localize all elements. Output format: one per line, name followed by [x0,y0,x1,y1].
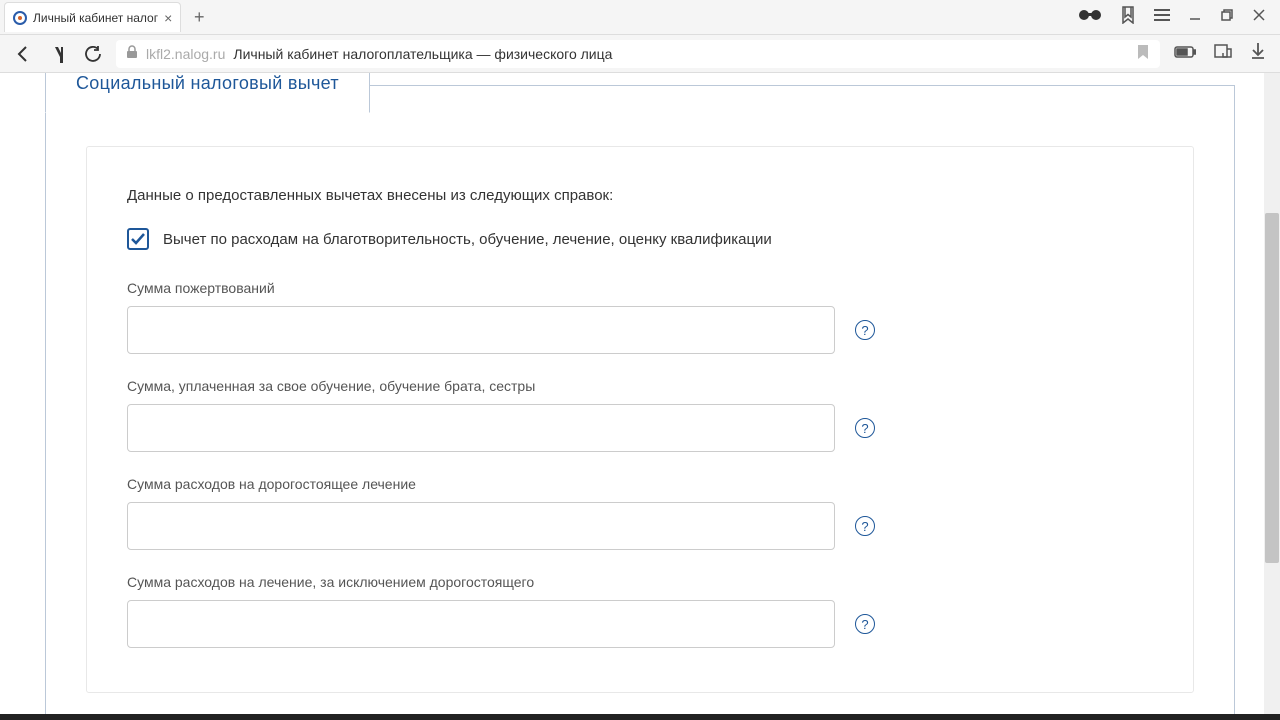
field-treatment: Сумма расходов на лечение, за исключение… [127,574,1153,648]
browser-chrome: Личный кабинет налог × + [0,0,1280,73]
expensive-treatment-input[interactable] [127,502,835,550]
taskbar [0,714,1280,720]
help-icon[interactable]: ? [855,614,875,634]
form-area: Данные о предоставленных вычетах внесены… [86,146,1194,693]
close-window-icon[interactable] [1252,8,1266,27]
extensions-icon[interactable] [1214,42,1232,65]
panel-tab[interactable]: Социальный налоговый вычет [45,73,370,113]
field-expensive-treatment: Сумма расходов на дорогостоящее лечение … [127,476,1153,550]
help-icon[interactable]: ? [855,320,875,340]
tab-favicon-icon [13,11,27,25]
bookmark-star-icon[interactable] [1136,44,1150,63]
help-icon[interactable]: ? [855,516,875,536]
field-donations: Сумма пожертвований ? [127,280,1153,354]
main-panel: Социальный налоговый вычет Данные о пред… [45,85,1235,720]
browser-tab[interactable]: Личный кабинет налог × [4,2,181,32]
checkbox-label: Вычет по расходам на благотворительность… [163,231,772,248]
intro-text: Данные о предоставленных вычетах внесены… [127,187,1153,204]
scrollbar-thumb[interactable] [1265,213,1279,563]
yandex-icon[interactable] [50,45,66,63]
field-label: Сумма пожертвований [127,280,1153,296]
minimize-icon[interactable] [1188,8,1202,27]
scrollbar[interactable] [1264,73,1280,720]
tab-title: Личный кабинет налог [33,11,158,25]
donations-input[interactable] [127,306,835,354]
new-tab-button[interactable]: + [185,3,213,31]
battery-icon [1174,45,1196,63]
back-icon[interactable] [14,45,32,63]
tab-bar: Личный кабинет налог × + [0,0,1280,35]
page-viewport: Социальный налоговый вычет Данные о пред… [0,73,1280,720]
url-domain: lkfl2.nalog.ru [146,46,225,62]
downloads-icon[interactable] [1250,42,1266,65]
window-controls [1078,6,1276,29]
address-bar: lkfl2.nalog.ru Личный кабинет налогоплат… [0,35,1280,73]
reload-icon[interactable] [84,45,102,63]
field-label: Сумма расходов на лечение, за исключение… [127,574,1153,590]
maximize-icon[interactable] [1220,8,1234,27]
tab-close-icon[interactable]: × [164,10,172,26]
menu-icon[interactable] [1154,8,1170,27]
bookmarks-icon[interactable] [1120,6,1136,29]
panel-tab-label: Социальный налоговый вычет [76,73,339,93]
url-path: Личный кабинет налогоплательщика — физич… [233,46,612,62]
treatment-input[interactable] [127,600,835,648]
lock-icon [126,45,138,62]
field-education: Сумма, уплаченная за свое обучение, обуч… [127,378,1153,452]
field-label: Сумма, уплаченная за свое обучение, обуч… [127,378,1153,394]
education-input[interactable] [127,404,835,452]
checkbox-row: Вычет по расходам на благотворительность… [127,228,1153,250]
field-label: Сумма расходов на дорогостоящее лечение [127,476,1153,492]
url-box[interactable]: lkfl2.nalog.ru Личный кабинет налогоплат… [116,40,1160,68]
help-icon[interactable]: ? [855,418,875,438]
charity-checkbox[interactable] [127,228,149,250]
incognito-icon[interactable] [1078,8,1102,27]
